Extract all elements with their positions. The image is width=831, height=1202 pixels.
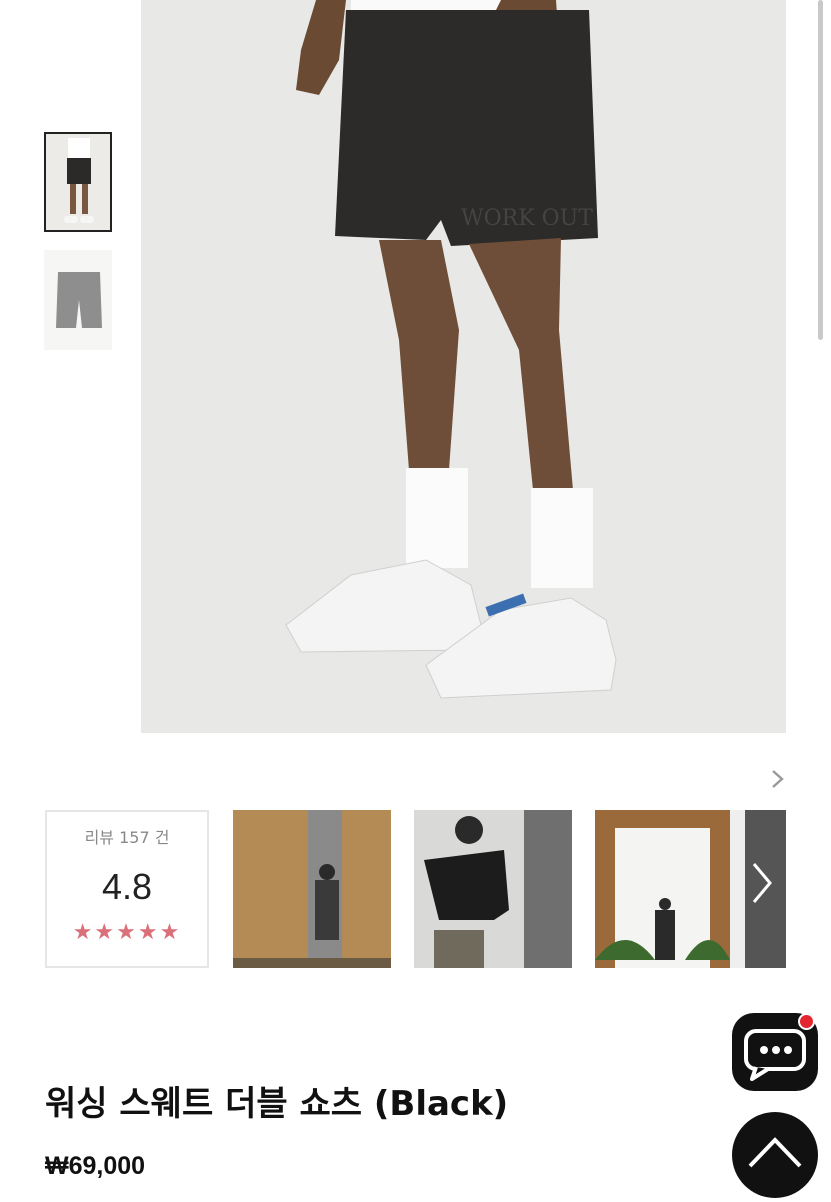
chevron-right-icon	[772, 770, 784, 788]
review-count: 리뷰 157 건	[84, 828, 170, 847]
star-rating: ★★★★★	[72, 920, 182, 945]
review-photos-next-icon[interactable]	[750, 860, 774, 917]
thumbnail-model-image	[46, 134, 110, 230]
review-summary-card[interactable]: 리뷰 157 건 4.8 ★★★★★	[45, 810, 209, 968]
product-title: 워싱 스웨트 더블 쇼츠 (Black)	[45, 1084, 509, 1124]
chevron-right-icon	[752, 863, 772, 903]
review-photo-1-image	[233, 810, 391, 968]
main-product-image[interactable]: WORK OUT	[141, 0, 786, 733]
model-illustration: WORK OUT	[141, 0, 786, 733]
review-photo-2[interactable]	[414, 810, 572, 968]
gallery-next-icon[interactable]	[770, 768, 786, 796]
thumbnail-flat-image	[44, 250, 112, 350]
thumbnail-flat[interactable]	[44, 250, 112, 350]
svg-text:WORK OUT: WORK OUT	[461, 206, 593, 231]
page-scrollbar[interactable]	[818, 0, 823, 340]
thumbnail-model[interactable]	[44, 132, 112, 232]
review-score: 4.8	[101, 866, 153, 907]
thumbnail-list	[44, 132, 116, 368]
product-price: ₩69,000	[45, 1152, 146, 1180]
notification-badge	[798, 1013, 815, 1030]
review-photo-2-image	[414, 810, 572, 968]
review-photo-1[interactable]	[233, 810, 391, 968]
arrow-up-icon	[748, 1137, 802, 1168]
scroll-to-top-button[interactable]	[732, 1112, 818, 1198]
